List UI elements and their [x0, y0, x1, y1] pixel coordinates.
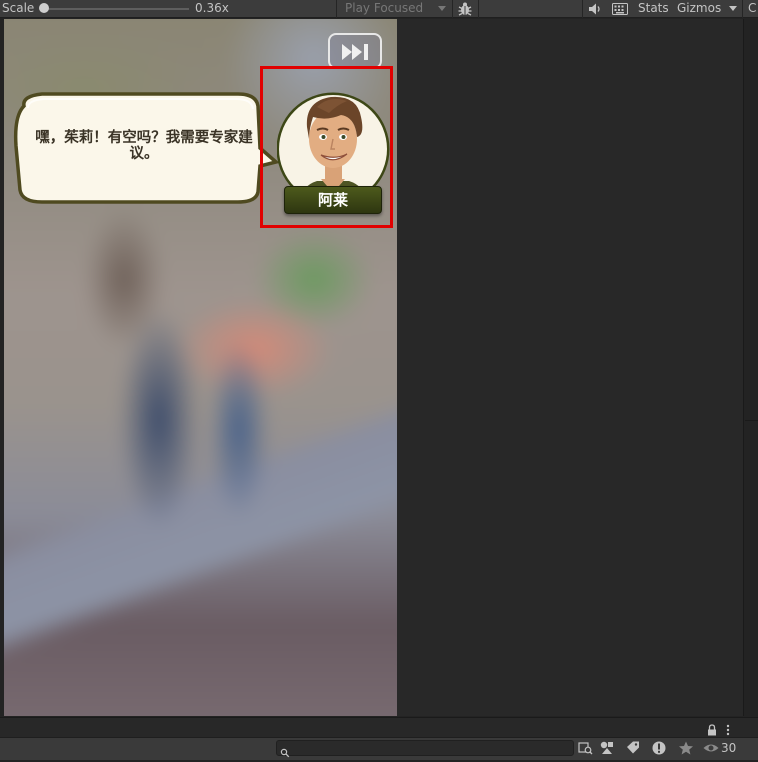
visible-count: 30	[721, 741, 737, 755]
panel-scrollbar[interactable]	[743, 19, 758, 716]
warning-filter-icon[interactable]	[650, 740, 668, 756]
star-icon[interactable]	[677, 740, 695, 756]
toolbar-divider	[336, 0, 337, 18]
project-panel-header	[0, 717, 758, 737]
tag-icon[interactable]	[624, 740, 642, 756]
lock-icon[interactable]	[707, 721, 717, 736]
search-icon	[280, 743, 290, 758]
gizmos-button[interactable]: Gizmos	[677, 1, 721, 15]
speaker-icon[interactable]	[587, 1, 603, 17]
highlight-box	[260, 66, 393, 228]
eye-icon[interactable]	[702, 740, 720, 756]
search-input[interactable]	[293, 741, 568, 755]
toolbar-divider	[478, 0, 479, 18]
game-view-toolbar: Scale 0.36x Play Focused Stats Gizmos C	[0, 0, 758, 18]
play-mode-label: Play Focused	[345, 1, 424, 15]
more-options-icon[interactable]	[726, 721, 730, 736]
scale-slider-handle[interactable]	[39, 3, 49, 13]
bug-icon[interactable]	[456, 0, 474, 18]
empty-editor-panel	[397, 19, 743, 716]
skip-dialogue-button[interactable]	[328, 33, 382, 69]
chevron-down-icon[interactable]	[729, 6, 737, 11]
keyboard-icon[interactable]	[612, 3, 628, 15]
scale-slider-track[interactable]	[44, 8, 189, 10]
next-panel-tab-label[interactable]: C	[748, 1, 756, 15]
stats-button[interactable]: Stats	[638, 1, 669, 15]
search-by-type-icon[interactable]	[576, 740, 594, 756]
shapes-filter-icon[interactable]	[598, 740, 616, 756]
panel-divider	[745, 420, 758, 421]
search-field[interactable]	[276, 740, 574, 756]
toolbar-divider	[452, 0, 453, 18]
toolbar-divider	[742, 0, 743, 18]
toolbar-divider	[582, 0, 583, 18]
scale-value: 0.36x	[195, 1, 229, 15]
dialogue-text: 嘿，茱莉！有空吗？我需要专家建议。	[35, 130, 253, 162]
scale-label: Scale	[2, 1, 35, 15]
game-viewport[interactable]: 嘿，茱莉！有空吗？我需要专家建议。 阿莱	[4, 19, 397, 716]
chevron-down-icon	[438, 6, 446, 11]
speech-bubble: 嘿，茱莉！有空吗？我需要专家建议。	[10, 86, 280, 211]
play-mode-dropdown[interactable]: Play Focused	[340, 0, 452, 18]
fast-forward-icon	[342, 44, 368, 60]
